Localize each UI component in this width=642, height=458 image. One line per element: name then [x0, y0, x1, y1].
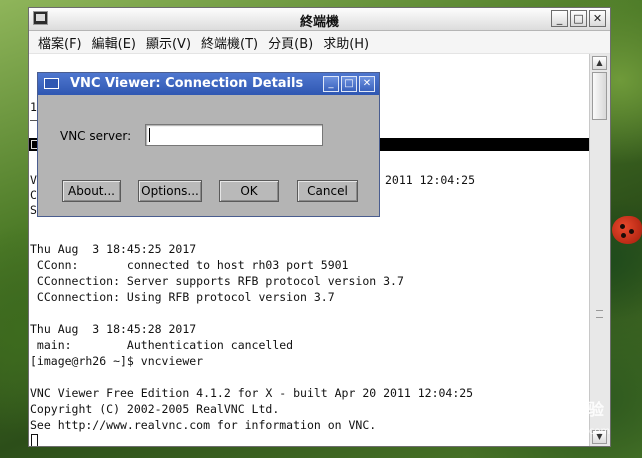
menu-file[interactable]: 檔案(F)	[33, 33, 87, 52]
terminal-menubar: 檔案(F) 編輯(E) 顯示(V) 終端機(T) 分頁(B) 求助(H)	[29, 31, 610, 54]
maximize-button[interactable]: □	[570, 10, 587, 27]
vnc-close-button[interactable]: ✕	[359, 76, 375, 92]
partial-line-tail: 2011 12:04:25	[385, 173, 476, 187]
terminal-prompt-line: [image@rh26 ~]$ vncviewer	[30, 354, 204, 368]
vnc-minimize-button[interactable]: _	[323, 76, 339, 92]
text-caret	[149, 128, 150, 142]
watermark-brand-suffix: 经验	[572, 400, 605, 419]
terminal-line: CConnection: Using RFB protocol version …	[30, 290, 335, 304]
menu-edit[interactable]: 編輯(E)	[87, 33, 141, 52]
terminal-line: CConn: connected to host rh03 port 5901	[30, 258, 349, 272]
options-button[interactable]: Options...	[138, 180, 202, 202]
terminal-titlebar[interactable]: 終端機 _ □ ✕	[29, 8, 610, 31]
watermark-brand: Bai	[500, 398, 533, 419]
terminal-line: CConnection: Server supports RFB protoco…	[30, 274, 404, 288]
terminal-line: Thu Aug 3 18:45:28 2017	[30, 322, 197, 336]
close-button[interactable]: ✕	[589, 10, 606, 27]
vnc-server-label: VNC server:	[60, 129, 132, 143]
menu-view[interactable]: 顯示(V)	[141, 33, 196, 52]
terminal-line: VNC Viewer Free Edition 4.1.2 for X - bu…	[30, 386, 474, 400]
terminal-line: main: Authentication cancelled	[30, 338, 294, 352]
vnc-app-icon[interactable]	[44, 78, 59, 89]
terminal-line: Copyright (C) 2002-2005 RealVNC Ltd.	[30, 402, 280, 416]
terminal-title: 終端機	[299, 15, 339, 30]
vnc-connection-dialog: VNC Viewer: Connection Details _ □ ✕ VNC…	[37, 72, 380, 217]
vnc-server-input[interactable]	[145, 124, 323, 146]
scrollbar-thumb[interactable]	[592, 72, 607, 120]
baidu-watermark-logo: Bai 经验 jingyan.baidu.com	[500, 386, 630, 442]
terminal-line: Thu Aug 3 18:45:25 2017	[30, 242, 197, 256]
scrollbar-grip-icon	[596, 310, 603, 318]
scroll-up-arrow-icon[interactable]: ▲	[592, 56, 607, 70]
cancel-button[interactable]: Cancel	[297, 180, 358, 202]
about-button[interactable]: About...	[62, 180, 121, 202]
menu-help[interactable]: 求助(H)	[318, 33, 374, 52]
ok-button[interactable]: OK	[219, 180, 279, 202]
watermark-url: jingyan.baidu.com	[518, 426, 611, 437]
vnc-dialog-titlebar[interactable]: VNC Viewer: Connection Details _ □ ✕	[38, 73, 379, 95]
minimize-button[interactable]: _	[551, 10, 568, 27]
partial-line: 1	[30, 100, 37, 114]
menu-terminal[interactable]: 終端機(T)	[196, 33, 263, 52]
terminal-cursor	[31, 434, 38, 446]
ladybug-image	[612, 216, 642, 244]
terminal-line: See http://www.realvnc.com for informati…	[30, 418, 377, 432]
vnc-dialog-title: VNC Viewer: Connection Details	[70, 76, 304, 91]
menu-tabs[interactable]: 分頁(B)	[263, 33, 318, 52]
vnc-maximize-button[interactable]: □	[341, 76, 357, 92]
paw-icon	[536, 386, 570, 418]
